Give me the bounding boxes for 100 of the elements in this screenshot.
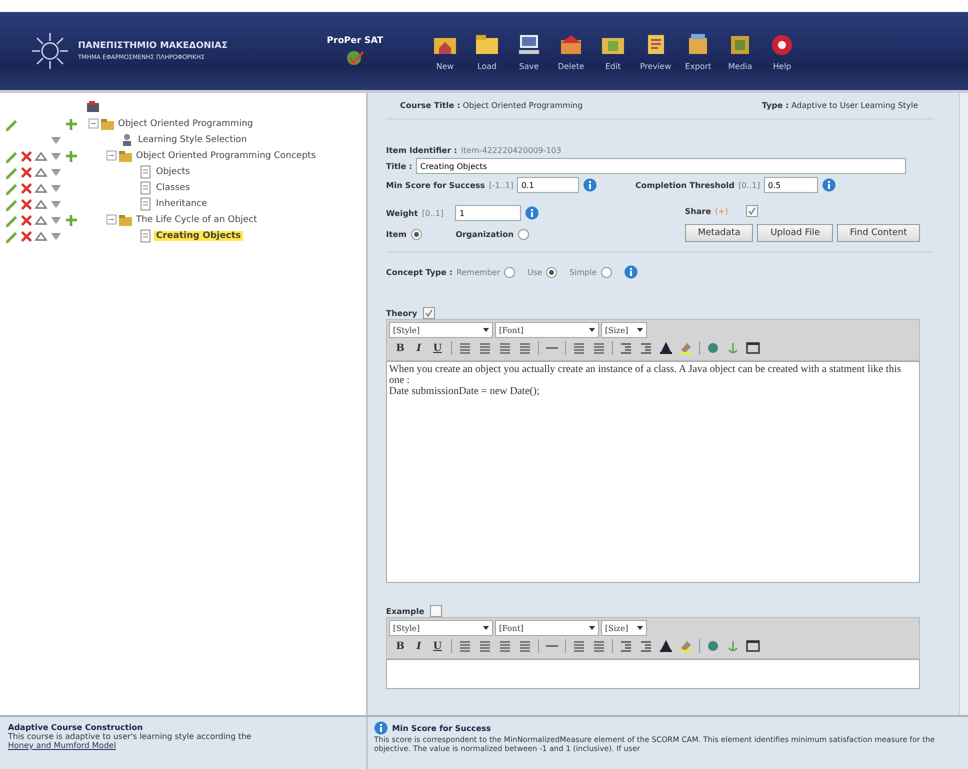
dropdown[interactable]: [Style]: [389, 322, 493, 338]
outdent-icon[interactable]: [618, 639, 633, 653]
toolbar-button[interactable]: Load: [472, 32, 502, 70]
dropdown[interactable]: [Size]: [601, 620, 647, 636]
pencil-icon[interactable]: [4, 197, 18, 211]
indent-icon[interactable]: [638, 341, 653, 355]
align-right-icon[interactable]: [498, 341, 512, 355]
toolbar-button[interactable]: Help: [767, 32, 798, 70]
radio-button[interactable]: [518, 229, 529, 240]
info-icon[interactable]: [624, 265, 638, 279]
text-color-icon[interactable]: [658, 341, 673, 355]
tree-item[interactable]: The Life Cycle of an Object: [134, 215, 260, 225]
align-right-icon[interactable]: [498, 639, 512, 653]
format-button[interactable]: B: [393, 342, 408, 354]
dropdown[interactable]: [Style]: [389, 620, 493, 636]
text-editor[interactable]: When you create an object you actually create an instance of a class. A Java object can be created with a statment like this one : Date submissionDate = new Date();: [386, 361, 920, 583]
collapse-icon[interactable]: [106, 150, 118, 162]
up-arrow-icon[interactable]: [34, 197, 48, 211]
radio-button[interactable]: [410, 229, 422, 240]
up-arrow-icon[interactable]: [34, 181, 48, 195]
link-icon[interactable]: [706, 639, 720, 653]
format-button[interactable]: U: [430, 342, 445, 354]
action-button[interactable]: Metadata: [684, 224, 754, 242]
justify-icon[interactable]: [518, 639, 532, 653]
tree-item[interactable]: Classes: [154, 183, 192, 193]
text-color-icon[interactable]: [658, 639, 673, 653]
radio-button[interactable]: [600, 266, 612, 278]
tree-item[interactable]: Learning Style Selection: [136, 135, 249, 145]
numbered-list-icon[interactable]: [572, 639, 586, 653]
checkbox[interactable]: [430, 605, 442, 617]
info-icon[interactable]: [583, 178, 598, 192]
collapse-icon[interactable]: [88, 118, 100, 130]
action-button[interactable]: Find Content: [836, 224, 920, 242]
tree-item[interactable]: Object Oriented Programming Concepts: [134, 151, 318, 161]
dropdown[interactable]: [Font]: [495, 322, 599, 338]
anchor-icon[interactable]: [726, 639, 740, 653]
pencil-icon[interactable]: [4, 149, 18, 163]
cross-icon[interactable]: [19, 229, 33, 243]
tree-item[interactable]: Object Oriented Programming: [116, 119, 255, 129]
up-arrow-icon[interactable]: [34, 213, 48, 227]
plus-icon[interactable]: [64, 149, 78, 163]
cross-icon[interactable]: [19, 181, 33, 195]
text-editor[interactable]: [386, 659, 920, 689]
highlight-icon[interactable]: [678, 639, 693, 653]
dropdown[interactable]: [Font]: [495, 620, 599, 636]
toolbar-button[interactable]: Delete: [556, 32, 586, 70]
up-arrow-icon[interactable]: [34, 149, 48, 163]
info-icon[interactable]: [525, 206, 540, 220]
pencil-icon[interactable]: [4, 213, 18, 227]
up-arrow-icon[interactable]: [34, 229, 48, 243]
outdent-icon[interactable]: [618, 341, 633, 355]
format-button[interactable]: B: [393, 640, 408, 652]
numbered-list-icon[interactable]: [572, 341, 586, 355]
checkbox[interactable]: [423, 307, 436, 319]
toolbar-button[interactable]: Preview: [640, 32, 672, 70]
radio-button[interactable]: [504, 266, 516, 278]
toolbar-button[interactable]: Export: [683, 32, 714, 70]
scrollbar[interactable]: [959, 93, 968, 715]
pencil-icon[interactable]: [4, 117, 18, 131]
cross-icon[interactable]: [19, 149, 33, 163]
toolbar-button[interactable]: Media: [725, 32, 756, 70]
align-left-icon[interactable]: [458, 639, 472, 653]
cross-icon[interactable]: [19, 165, 33, 179]
cross-icon[interactable]: [19, 213, 33, 227]
plus-icon[interactable]: [64, 117, 78, 131]
threshold-field[interactable]: 0.5: [764, 177, 818, 193]
pencil-icon[interactable]: [4, 181, 18, 195]
dropdown[interactable]: [Size]: [601, 322, 647, 338]
pencil-icon[interactable]: [4, 229, 18, 243]
align-center-icon[interactable]: [478, 341, 492, 355]
weight-field[interactable]: 1: [455, 205, 522, 221]
cross-icon[interactable]: [19, 197, 33, 211]
anchor-icon[interactable]: [726, 341, 740, 355]
format-button[interactable]: I: [413, 640, 424, 652]
tree-item[interactable]: Creating Objects: [154, 231, 243, 241]
pencil-icon[interactable]: [4, 165, 18, 179]
justify-icon[interactable]: [518, 341, 532, 355]
link-icon[interactable]: [706, 341, 720, 355]
toolbar-button[interactable]: Save: [514, 32, 544, 70]
title-field[interactable]: Creating Objects: [416, 158, 906, 174]
align-left-icon[interactable]: [458, 341, 472, 355]
format-button[interactable]: I: [413, 342, 424, 354]
tree-item[interactable]: Inheritance: [154, 199, 210, 209]
min-score-field[interactable]: 0.1: [517, 177, 580, 193]
radio-button[interactable]: [546, 266, 558, 278]
indent-icon[interactable]: [638, 639, 653, 653]
action-button[interactable]: Upload File: [757, 224, 833, 242]
format-button[interactable]: U: [430, 640, 445, 652]
highlight-icon[interactable]: [678, 341, 693, 355]
fullscreen-icon[interactable]: [746, 341, 760, 355]
checkbox[interactable]: [746, 205, 758, 217]
help-link[interactable]: Honey and Mumford Model: [8, 741, 116, 750]
fullscreen-icon[interactable]: [746, 639, 760, 653]
up-arrow-icon[interactable]: [34, 165, 48, 179]
plus-icon[interactable]: [64, 213, 78, 227]
align-center-icon[interactable]: [478, 639, 492, 653]
info-icon[interactable]: [822, 178, 836, 192]
toolbar-button[interactable]: Edit: [598, 32, 628, 70]
toolbar-button[interactable]: New: [430, 32, 460, 70]
collapse-icon[interactable]: [106, 214, 118, 226]
